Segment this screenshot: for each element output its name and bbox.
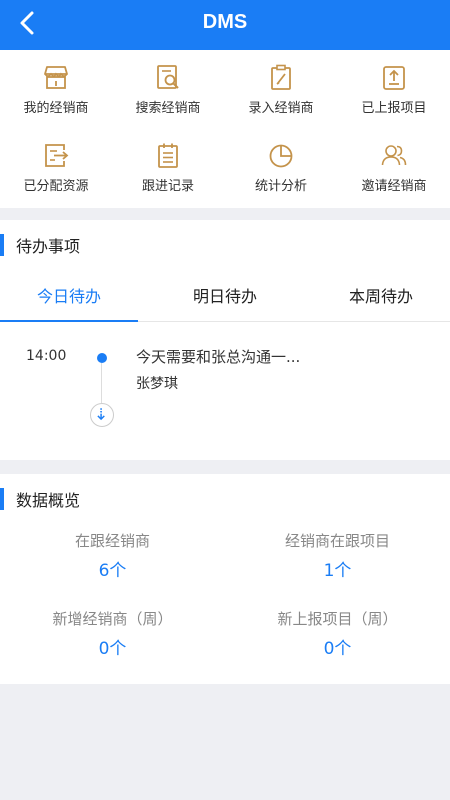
- search-document-icon: [157, 65, 179, 89]
- shortcut-add-dealer[interactable]: 录入经销商: [225, 63, 337, 135]
- tab-tomorrow[interactable]: 明日待办: [156, 272, 294, 322]
- stat-label: 新增经销商（周）: [52, 610, 173, 628]
- page-title: DMS: [202, 11, 248, 33]
- shortcut-invite-dealer[interactable]: 邀请经销商: [338, 141, 450, 213]
- todo-section-header: 待办事项: [0, 220, 450, 270]
- export-document-icon: [45, 144, 69, 167]
- overview-card: 数据概览 在跟经销商 6个 经销商在跟项目 1个 新增经销商（周） 0个 新上报…: [0, 474, 450, 684]
- stat-new-dealers-week[interactable]: 新增经销商（周） 0个: [0, 608, 225, 659]
- shortcut-reported-projects[interactable]: 已上报项目: [338, 63, 450, 135]
- tab-today[interactable]: 今日待办: [0, 272, 138, 322]
- timeline-dot: [97, 353, 107, 363]
- stat-label: 经销商在跟项目: [284, 532, 390, 550]
- app-header: DMS: [0, 0, 450, 50]
- pie-chart-icon: [269, 144, 293, 168]
- stat-new-projects-week[interactable]: 新上报项目（周） 0个: [225, 608, 450, 659]
- todo-time: 14:00: [26, 348, 67, 364]
- shortcut-statistics[interactable]: 统计分析: [225, 141, 337, 213]
- stat-value: 6个: [98, 561, 127, 581]
- shortcut-my-dealers[interactable]: 我的经销商: [0, 63, 112, 135]
- stat-value: 1个: [323, 561, 352, 581]
- todo-section-title: 待办事项: [16, 237, 81, 256]
- shortcut-assigned-resources[interactable]: 已分配资源: [0, 141, 112, 213]
- shortcut-label: 我的经销商: [23, 101, 89, 116]
- shortcut-grid: 我的经销商 搜索经销商 录入经销商 已上报项目 已分配资源 跟进记录 统计分析 …: [0, 50, 450, 208]
- shortcut-label: 录入经销商: [248, 101, 314, 116]
- stat-following-dealers[interactable]: 在跟经销商 6个: [0, 530, 225, 581]
- stat-value: 0个: [98, 639, 127, 659]
- stat-label: 在跟经销商: [74, 532, 150, 550]
- stat-value: 0个: [323, 639, 352, 659]
- clipboard-edit-icon: [271, 64, 291, 90]
- shortcut-label: 已上报项目: [361, 101, 427, 116]
- shortcut-label: 统计分析: [254, 179, 307, 194]
- timeline-line: [101, 363, 102, 403]
- todo-tabs: 今日待办 明日待办 本周待办: [0, 272, 450, 322]
- shortcut-label: 跟进记录: [141, 179, 194, 194]
- expand-more-button[interactable]: [90, 403, 114, 427]
- shortcut-search-dealers[interactable]: 搜索经销商: [112, 63, 224, 135]
- shortcut-label: 搜索经销商: [135, 101, 201, 116]
- shortcut-label: 已分配资源: [23, 179, 89, 194]
- stat-dealer-projects[interactable]: 经销商在跟项目 1个: [225, 530, 450, 581]
- todo-item-person: 张梦琪: [136, 376, 178, 392]
- overview-section-title: 数据概览: [16, 491, 81, 510]
- shortcut-label: 邀请经销商: [361, 179, 427, 194]
- todo-item-text[interactable]: 今天需要和张总沟通一...: [136, 346, 300, 367]
- upload-clipboard-icon: [383, 66, 405, 90]
- notepad-icon: [158, 143, 178, 168]
- stat-label: 新上报项目（周）: [277, 610, 398, 628]
- todo-card: 待办事项 今日待办 明日待办 本周待办 14:00 今天需要和张总沟通一... …: [0, 220, 450, 460]
- shortcut-follow-records[interactable]: 跟进记录: [112, 141, 224, 213]
- arrow-down-icon: [97, 408, 105, 421]
- section-accent-bar: [0, 234, 4, 256]
- section-accent-bar: [0, 488, 4, 510]
- todo-timeline: 14:00 今天需要和张总沟通一... 张梦琪: [0, 322, 450, 458]
- store-icon: [44, 66, 68, 89]
- overview-section-header: 数据概览: [0, 474, 450, 524]
- tab-this-week[interactable]: 本周待办: [312, 272, 450, 322]
- users-icon: [381, 145, 407, 166]
